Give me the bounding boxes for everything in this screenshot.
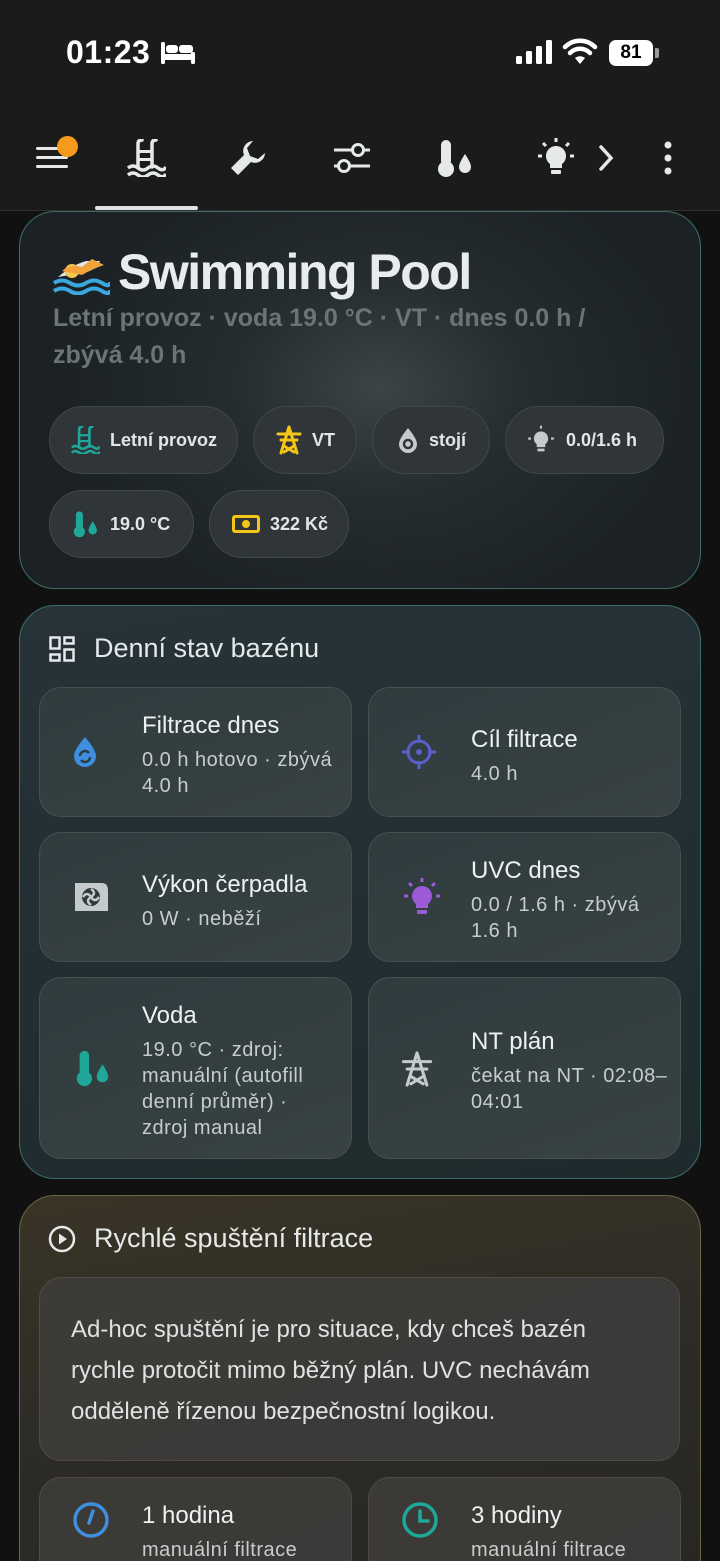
wrench-icon [231,141,265,175]
chip-uvc[interactable]: 0.0/1.6 h [505,406,664,474]
quick-start-1h-button[interactable]: 1 hodina manuální filtrace [39,1477,352,1561]
battery-indicator: 81 [609,40,653,66]
quick-start-info: Ad-hoc spuštění je pro situace, kdy chce… [39,1277,680,1461]
tab-bar [0,105,720,211]
thermometer-water-icon [438,140,471,177]
cash-icon [232,514,260,534]
overflow-menu-button[interactable] [650,105,686,211]
tile-title: UVC dnes [471,857,581,884]
chip-label: 19.0 °C [110,513,171,534]
tile-value: 0.0 / 1.6 h · zbývá 1.6 h [471,894,640,942]
tile-value: 0 W · neběží [142,908,262,930]
tile-title: 3 hodiny [471,1502,562,1529]
transmission-tower-icon [401,1050,433,1088]
chip-label: VT [312,429,336,450]
tile-value: čekat na NT · 02:08–04:01 [471,1065,668,1113]
sliders-icon [334,143,370,173]
thermometer-water-icon [72,1048,112,1088]
tile-title: Filtrace dnes [142,712,280,739]
daily-status-title: Denní stav bazénu [94,633,320,663]
play-circle-icon [48,1225,76,1253]
clock-icon [72,1501,110,1539]
tile-value: manuální filtrace [471,1539,627,1561]
tile-filtration-target[interactable]: Cíl filtrace 4.0 h [368,687,681,817]
cellular-signal-icon [516,40,552,64]
swimmer-icon [52,259,110,295]
tile-filtration-today[interactable]: Filtrace dnes 0.0 h hotovo · zbývá 4.0 h [39,687,352,817]
chip-pump-state[interactable]: stojí [372,406,490,474]
tile-title: Voda [142,1002,197,1029]
tile-value: 19.0 °C · zdroj: manuální (autofill denn… [142,1039,304,1139]
tile-value: manuální filtrace [142,1539,298,1561]
lightbulb-icon [538,138,574,174]
chip-label: 322 Kč [270,513,329,534]
tile-title: 1 hodina [142,1502,235,1529]
quick-start-3h-button[interactable]: 3 hodiny manuální filtrace [368,1477,681,1561]
tab-light[interactable] [520,105,592,211]
status-time: 01:23 [66,34,151,70]
pool-icon [126,139,166,177]
tile-nt-plan[interactable]: NT plán čekat na NT · 02:08–04:01 [368,977,681,1159]
tab-menu[interactable] [20,105,84,211]
tab-tools[interactable] [212,105,284,211]
chip-cost[interactable]: 322 Kč [209,490,349,558]
chip-tariff[interactable]: VT [253,406,357,474]
tab-scroll-right[interactable] [590,105,622,211]
pool-summary: Letní provoz · voda 19.0 °C · VT · dnes … [53,304,586,369]
bed-icon [161,42,195,64]
tile-title: Výkon čerpadla [142,871,308,898]
tile-value: 0.0 h hotovo · zbývá 4.0 h [142,749,333,797]
tile-value: 4.0 h [471,763,518,785]
page-title: Swimming Pool [118,244,472,300]
lightbulb-icon [401,877,443,919]
tile-water[interactable]: Voda 19.0 °C · zdroj: manuální (autofill… [39,977,352,1159]
crosshairs-icon [401,734,437,770]
chevron-right-icon [599,145,614,171]
tile-title: NT plán [471,1028,555,1055]
tile-pump-power[interactable]: Výkon čerpadla 0 W · neběží [39,832,352,962]
battery-tip [655,48,659,58]
water-sync-icon [72,736,98,768]
wifi-icon [562,38,598,64]
tab-temperature[interactable] [418,105,490,211]
dashboard-grid-icon [49,636,75,662]
quick-start-description: Ad-hoc spuštění je pro situace, kdy chce… [71,1316,590,1425]
active-tab-indicator [95,206,198,210]
tile-uvc-today[interactable]: UVC dnes 0.0 / 1.6 h · zbývá 1.6 h [368,832,681,962]
status-bar: 01:23 81 [0,0,720,105]
pool-icon [70,426,100,454]
pump-icon [72,879,110,915]
tab-settings[interactable] [316,105,388,211]
chip-label: Letní provoz [110,429,217,450]
quick-start-title: Rychlé spuštění filtrace [94,1223,374,1253]
notification-dot [57,136,78,157]
chip-label: 0.0/1.6 h [566,429,638,450]
lightbulb-icon [526,425,556,455]
chip-water-temp[interactable]: 19.0 °C [49,490,194,558]
tab-pool[interactable] [110,105,182,211]
clock-icon [401,1501,439,1539]
thermometer-water-icon [70,510,100,538]
chip-label: stojí [429,429,467,450]
transmission-tower-icon [276,425,302,455]
more-vertical-icon [664,141,672,175]
water-sync-icon [397,427,419,453]
tile-title: Cíl filtrace [471,726,578,753]
chip-mode[interactable]: Letní provoz [49,406,238,474]
